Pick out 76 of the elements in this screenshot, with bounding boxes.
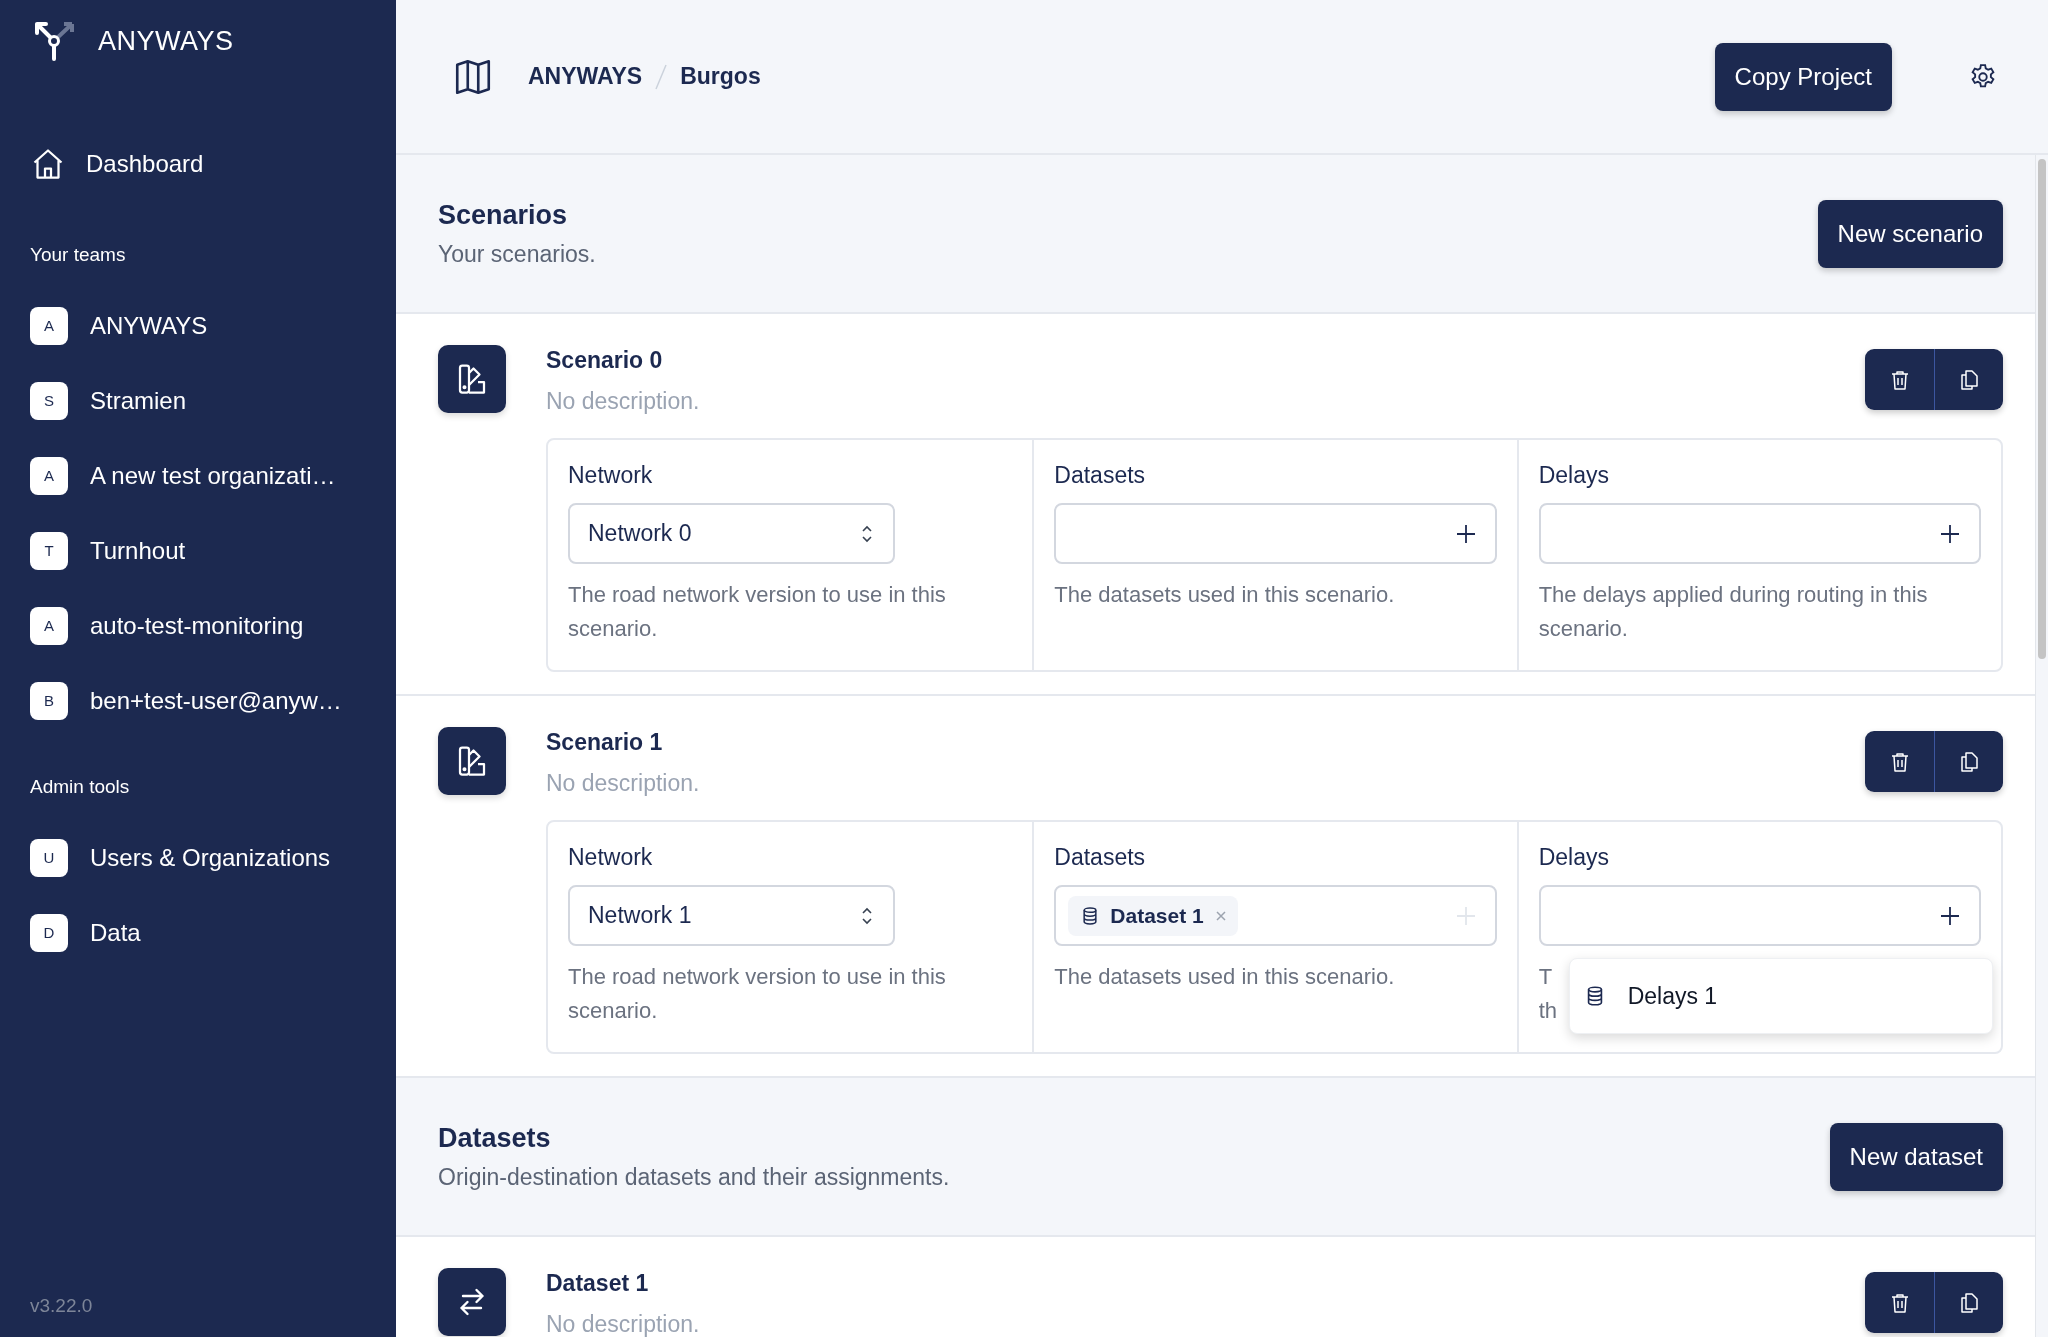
breadcrumb-link[interactable]: Burgos <box>680 63 761 90</box>
tag-label: Dataset 1 <box>1110 903 1204 928</box>
team-initial: A <box>30 456 68 495</box>
add-icon[interactable] <box>1939 904 1961 927</box>
section-subtitle: Your scenarios. <box>438 240 597 268</box>
delete-button[interactable] <box>1865 1272 1934 1333</box>
delete-button[interactable] <box>1865 349 1934 410</box>
scenario-description: No description. <box>546 388 700 415</box>
add-icon[interactable] <box>1939 522 1961 545</box>
swatch-icon <box>438 727 506 795</box>
version-label: v3.22.0 <box>30 1295 94 1317</box>
help-text: The road network version to use in this scenario. <box>568 581 947 643</box>
team-item[interactable]: S Stramien <box>30 363 366 438</box>
field-label: Datasets <box>1054 844 1147 871</box>
copy-project-button[interactable]: Copy Project <box>1714 42 1892 111</box>
dataset-name: Dataset 1 <box>546 1270 650 1297</box>
select-field[interactable]: Network 0 <box>568 503 895 564</box>
field-label: Network <box>568 462 654 489</box>
section-heading: Admin tools <box>30 776 131 798</box>
new-scenario-button[interactable]: New scenario <box>1817 199 2003 268</box>
duplicate-button[interactable] <box>1934 1272 2003 1333</box>
dataset-description: No description. <box>546 1311 700 1337</box>
team-item[interactable]: T Turnhout <box>30 513 366 588</box>
field-label: Delays <box>1538 844 1610 871</box>
team-initial: A <box>30 306 68 345</box>
section-subtitle: Origin-destination datasets and their assignments. <box>438 1163 951 1191</box>
team-name: Stramien <box>90 386 187 415</box>
brand-name: ANYWAYS <box>98 25 234 57</box>
help-text: The datasets used in this scenario. <box>1054 581 1396 609</box>
multi-select-field[interactable] <box>1538 503 1981 564</box>
multi-select-field[interactable] <box>1538 885 1981 946</box>
team-item[interactable]: A auto-test-monitoring <box>30 588 366 663</box>
item-name: Data <box>90 918 141 947</box>
team-item[interactable]: A A new test organizati… <box>30 438 366 513</box>
item-initial: U <box>30 838 68 877</box>
help-text: T th <box>1538 963 1557 1025</box>
scenario-description: No description. <box>546 770 700 797</box>
help-text: The delays applied during routing in this scenario. <box>1538 581 1929 643</box>
field-label: Datasets <box>1054 462 1147 489</box>
add-icon[interactable] <box>1454 522 1477 545</box>
team-name: auto-test-monitoring <box>90 611 304 640</box>
team-name: ben+test-user@anyw… <box>90 686 342 715</box>
nav-item[interactable]: Dashboard <box>30 142 366 186</box>
admin-item[interactable]: U Users & Organizations <box>30 820 366 895</box>
scrollbar[interactable] <box>2035 155 2048 1337</box>
team-item[interactable]: A ANYWAYS <box>30 288 366 363</box>
breadcrumb-separator-icon <box>654 62 669 91</box>
field-label: Network <box>568 844 654 871</box>
swatch-icon <box>438 345 506 413</box>
duplicate-button[interactable] <box>1934 731 2003 792</box>
delete-button[interactable] <box>1865 731 1934 792</box>
dropdown-option[interactable]: Delays 1 <box>1569 959 1992 1033</box>
team-initial: S <box>30 381 68 420</box>
item-name: Users & Organizations <box>90 843 331 872</box>
section-heading: Your teams <box>30 244 127 266</box>
team-item[interactable]: B ben+test-user@anyw… <box>30 663 366 738</box>
help-text: The datasets used in this scenario. <box>1054 963 1396 991</box>
multi-select-field[interactable] <box>1054 503 1497 564</box>
new-dataset-button[interactable]: New dataset <box>1829 1122 2003 1191</box>
admin-item[interactable]: D Data <box>30 895 366 970</box>
team-name: A new test organizati… <box>90 461 336 490</box>
help-text: The road network version to use in this scenario. <box>568 963 947 1025</box>
team-initial: B <box>30 681 68 720</box>
select-field[interactable]: Network 1 <box>568 885 895 946</box>
field-label: Delays <box>1538 462 1610 489</box>
scenario-name: Scenario 0 <box>546 347 664 374</box>
team-initial: T <box>30 531 68 570</box>
team-name: Turnhout <box>90 536 186 565</box>
breadcrumb-link[interactable]: ANYWAYS <box>528 63 643 90</box>
scenario-name: Scenario 1 <box>546 729 664 756</box>
item-initial: D <box>30 913 68 952</box>
duplicate-button[interactable] <box>1934 349 2003 410</box>
team-initial: A <box>30 606 68 645</box>
section-title: Datasets <box>438 1122 552 1154</box>
section-title: Scenarios <box>438 199 569 231</box>
team-name: ANYWAYS <box>90 311 208 340</box>
